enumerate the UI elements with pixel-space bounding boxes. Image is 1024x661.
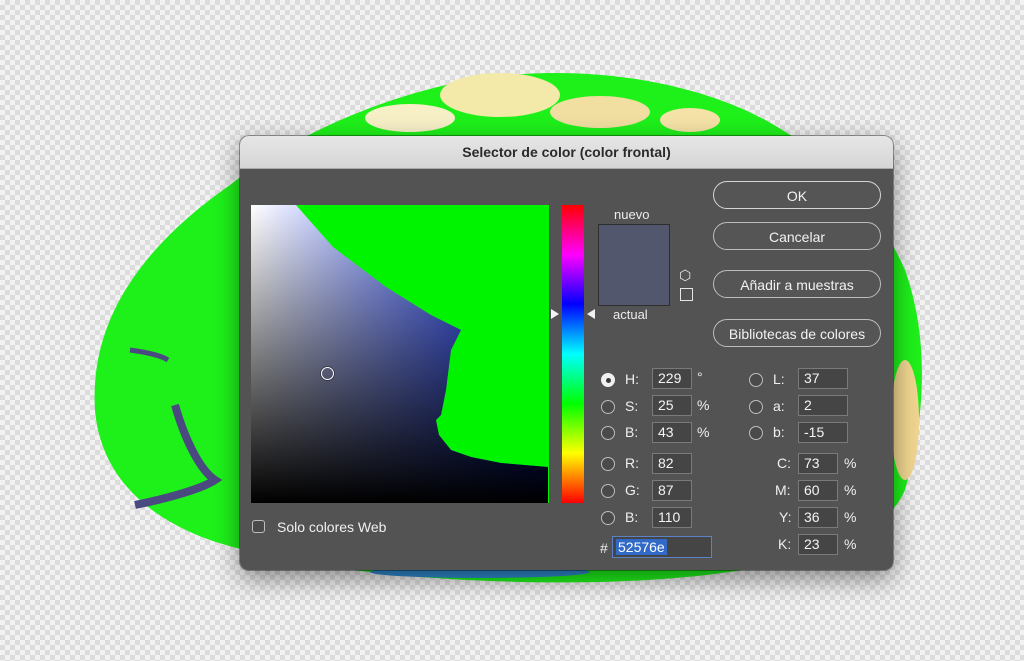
cancel-button[interactable]: Cancelar xyxy=(713,222,881,250)
brain-highlight-4 xyxy=(660,108,720,132)
input-s[interactable]: 25 xyxy=(652,395,692,416)
current-color-swatch[interactable] xyxy=(599,265,669,305)
input-a[interactable]: 2 xyxy=(798,395,848,416)
hue-slider-left-arrow[interactable] xyxy=(551,309,559,319)
label-r: R: xyxy=(625,455,639,471)
color-picker-dialog: Selector de color (color frontal) nuevo … xyxy=(240,136,893,570)
dialog-title: Selector de color (color frontal) xyxy=(240,136,893,169)
unit-b: % xyxy=(697,424,710,440)
input-g[interactable]: 87 xyxy=(652,480,692,501)
new-color-label: nuevo xyxy=(614,207,650,222)
color-libraries-button[interactable]: Bibliotecas de colores xyxy=(713,319,881,347)
brain-highlight-2 xyxy=(365,104,455,132)
hex-input[interactable]: 52576e xyxy=(612,536,712,558)
label-k: K: xyxy=(778,536,792,552)
web-colors-only-checkbox[interactable] xyxy=(252,520,265,533)
input-blue[interactable]: 110 xyxy=(652,507,692,528)
hex-value: 52576e xyxy=(616,539,667,555)
unit-y: % xyxy=(844,509,857,525)
radio-l[interactable] xyxy=(749,373,763,387)
ok-button[interactable]: OK xyxy=(713,181,881,209)
unit-h: ° xyxy=(697,369,703,385)
radio-r[interactable] xyxy=(601,457,615,471)
input-r[interactable]: 82 xyxy=(652,453,692,474)
hex-prefix: # xyxy=(600,540,608,556)
label-b: B: xyxy=(625,424,639,440)
color-preview xyxy=(598,224,670,306)
brain-highlight-1 xyxy=(440,73,560,117)
radio-b[interactable] xyxy=(601,426,615,440)
unit-k: % xyxy=(844,536,857,552)
color-field[interactable] xyxy=(251,205,549,503)
radio-h[interactable] xyxy=(601,373,615,387)
radio-a[interactable] xyxy=(749,400,763,414)
new-color-swatch xyxy=(599,225,669,265)
radio-g[interactable] xyxy=(601,484,615,498)
label-g: G: xyxy=(625,482,640,498)
label-y: Y: xyxy=(779,509,792,525)
brain-highlight-5 xyxy=(891,360,919,480)
hue-slider-right-arrow[interactable] xyxy=(587,309,595,319)
label-s: S: xyxy=(625,398,639,414)
gamut-warning-cube-icon[interactable]: ⬡ xyxy=(679,268,691,282)
input-b[interactable]: 43 xyxy=(652,422,692,443)
radio-lab-b[interactable] xyxy=(749,426,763,440)
unit-c: % xyxy=(844,455,857,471)
label-a: a: xyxy=(773,398,785,414)
add-to-swatches-button[interactable]: Añadir a muestras xyxy=(713,270,881,298)
radio-blue[interactable] xyxy=(601,511,615,525)
input-m[interactable]: 60 xyxy=(798,480,838,501)
input-h[interactable]: 229 xyxy=(652,368,692,389)
input-k[interactable]: 23 xyxy=(798,534,838,555)
label-blue: B: xyxy=(625,509,639,525)
input-y[interactable]: 36 xyxy=(798,507,838,528)
web-colors-only-label: Solo colores Web xyxy=(277,519,387,535)
label-m: M: xyxy=(775,482,791,498)
color-field-gradient xyxy=(251,205,548,503)
brain-highlight-3 xyxy=(550,96,650,128)
input-c[interactable]: 73 xyxy=(798,453,838,474)
label-c: C: xyxy=(777,455,791,471)
color-field-cursor[interactable] xyxy=(321,367,334,380)
current-color-label: actual xyxy=(613,307,648,322)
radio-s[interactable] xyxy=(601,400,615,414)
hue-slider[interactable] xyxy=(562,205,584,503)
label-lab-b: b: xyxy=(773,424,785,440)
label-h: H: xyxy=(625,371,639,387)
label-l: L: xyxy=(773,371,785,387)
web-safe-warning-square-icon[interactable] xyxy=(680,288,693,301)
unit-m: % xyxy=(844,482,857,498)
input-l[interactable]: 37 xyxy=(798,368,848,389)
unit-s: % xyxy=(697,397,710,413)
input-lab-b[interactable]: -15 xyxy=(798,422,848,443)
